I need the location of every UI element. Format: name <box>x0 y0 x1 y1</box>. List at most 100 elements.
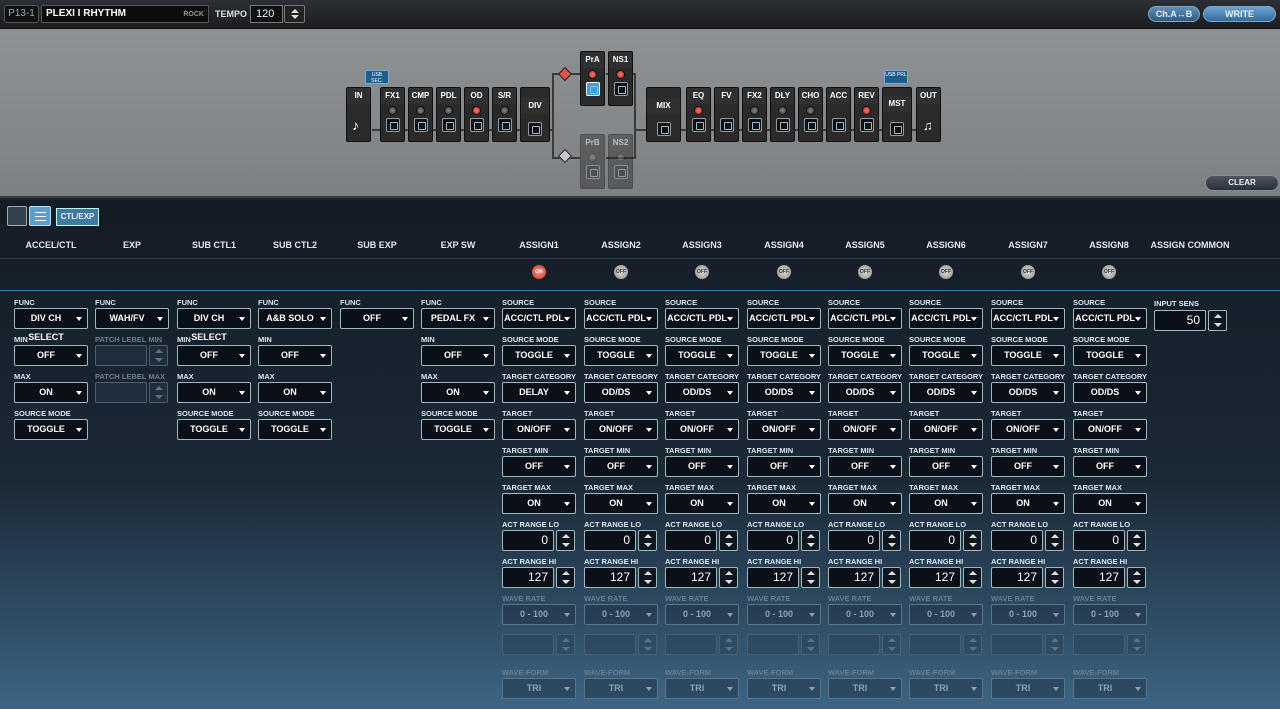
assign-source-select[interactable]: ACC/CTL PDL <box>909 308 983 329</box>
assign-source-mode-select[interactable]: TOGGLE <box>502 345 576 366</box>
led-icon[interactable] <box>416 106 425 115</box>
assign-act-lo-stepper[interactable] <box>801 530 820 551</box>
arrow-up-icon[interactable] <box>888 571 896 575</box>
led-icon[interactable] <box>694 106 703 115</box>
arrow-up-icon[interactable] <box>291 9 299 13</box>
assign-target-min-select[interactable]: OFF <box>828 456 902 477</box>
assign-switch[interactable]: OFF <box>613 264 629 280</box>
assign-target-category-select[interactable]: OD/DS <box>665 382 739 403</box>
assign-act-hi-stepper[interactable] <box>882 567 901 588</box>
led-icon[interactable] <box>588 153 597 162</box>
assign-wave-form-select[interactable]: TRI <box>502 678 576 699</box>
arrow-up-icon[interactable] <box>562 638 570 642</box>
arrow-down-icon[interactable] <box>969 580 977 584</box>
block-sr[interactable]: S/R <box>492 87 517 142</box>
pedal-switch-icon[interactable] <box>747 118 762 132</box>
pedal-switch-icon[interactable] <box>385 118 400 132</box>
channel-swap-button[interactable]: Ch.A↔B <box>1148 6 1200 22</box>
led-icon[interactable] <box>500 106 509 115</box>
arrow-down-icon[interactable] <box>1133 580 1141 584</box>
pedal-switch-icon[interactable] <box>831 118 846 132</box>
mixer-icon[interactable] <box>656 122 671 136</box>
arrow-down-icon[interactable] <box>562 647 570 651</box>
assign-wave-rate-select[interactable]: 0 - 100 <box>584 604 658 625</box>
led-icon[interactable] <box>444 106 453 115</box>
input-sens-stepper[interactable] <box>1208 310 1227 331</box>
arrow-down-icon[interactable] <box>644 647 652 651</box>
arrow-up-icon[interactable] <box>969 571 977 575</box>
assign-switch[interactable]: OFF <box>1020 264 1036 280</box>
led-icon[interactable] <box>750 106 759 115</box>
block-in[interactable]: IN ♪ <box>346 87 371 142</box>
assign-wave-aux-stepper[interactable] <box>638 634 657 655</box>
exp-min-input[interactable] <box>95 345 147 366</box>
led-icon[interactable] <box>388 106 397 115</box>
arrow-up-icon[interactable] <box>1051 638 1059 642</box>
master-icon[interactable] <box>890 122 904 136</box>
exp-min-stepper[interactable] <box>149 345 168 366</box>
assign-wave-form-select[interactable]: TRI <box>828 678 902 699</box>
assign-source-mode-select[interactable]: TOGGLE <box>747 345 821 366</box>
subctl2-func-select[interactable]: A&B SOLO <box>258 308 332 329</box>
assign-wave-aux-input[interactable] <box>502 634 554 655</box>
assign-target-min-select[interactable]: OFF <box>909 456 983 477</box>
div-b-marker[interactable] <box>557 148 573 164</box>
pedal-switch-icon[interactable] <box>613 165 628 179</box>
exp-func-select[interactable]: WAH/FV <box>95 308 169 329</box>
arrow-up-icon[interactable] <box>1133 571 1141 575</box>
arrow-up-icon[interactable] <box>807 638 815 642</box>
accel-srcmode-select[interactable]: TOGGLE <box>14 419 88 440</box>
assign-target-min-select[interactable]: OFF <box>665 456 739 477</box>
block-pdl[interactable]: PDL <box>436 87 461 142</box>
arrow-down-icon[interactable] <box>644 580 652 584</box>
arrow-down-icon[interactable] <box>1133 647 1141 651</box>
expsw-min-select[interactable]: OFF <box>421 345 495 366</box>
arrow-down-icon[interactable] <box>1051 647 1059 651</box>
assign-act-hi-input[interactable]: 127 <box>502 567 554 588</box>
assign-switch[interactable]: OFF <box>776 264 792 280</box>
arrow-up-icon[interactable] <box>969 534 977 538</box>
accel-func-select[interactable]: DIV CH SELECT <box>14 308 88 342</box>
subctl2-max-select[interactable]: ON <box>258 382 332 403</box>
block-acc[interactable]: ACC <box>826 87 851 142</box>
arrow-up-icon[interactable] <box>562 534 570 538</box>
assign-source-select[interactable]: ACC/CTL PDL <box>1073 308 1147 329</box>
tempo-stepper[interactable] <box>284 5 305 23</box>
arrow-up-icon[interactable] <box>725 571 733 575</box>
led-icon[interactable] <box>616 70 625 79</box>
arrow-down-icon[interactable] <box>807 647 815 651</box>
assign-target-max-select[interactable]: ON <box>909 493 983 514</box>
divider-icon[interactable] <box>528 122 542 136</box>
arrow-up-icon[interactable] <box>644 638 652 642</box>
arrow-up-icon[interactable] <box>644 571 652 575</box>
assign-target-category-select[interactable]: OD/DS <box>991 382 1065 403</box>
tempo-input[interactable]: 120 <box>250 5 283 23</box>
arrow-down-icon[interactable] <box>725 647 733 651</box>
arrow-up-icon[interactable] <box>725 638 733 642</box>
assign-act-hi-input[interactable]: 127 <box>747 567 799 588</box>
arrow-down-icon[interactable] <box>562 580 570 584</box>
pedal-switch-icon[interactable] <box>613 82 628 96</box>
input-sens-input[interactable]: 50 <box>1154 310 1206 331</box>
arrow-down-icon[interactable] <box>807 580 815 584</box>
assign-wave-aux-stepper[interactable] <box>719 634 738 655</box>
pedal-switch-icon[interactable] <box>413 118 428 132</box>
assign-act-hi-input[interactable]: 127 <box>828 567 880 588</box>
arrow-up-icon[interactable] <box>969 638 977 642</box>
assign-wave-aux-stepper[interactable] <box>1045 634 1064 655</box>
led-icon[interactable] <box>616 153 625 162</box>
block-mix[interactable]: MIX <box>646 87 681 142</box>
led-icon[interactable] <box>472 106 481 115</box>
block-dly[interactable]: DLY <box>770 87 795 142</box>
assign-switch[interactable]: OFF <box>1101 264 1117 280</box>
assign-target-min-select[interactable]: OFF <box>502 456 576 477</box>
assign-act-hi-stepper[interactable] <box>963 567 982 588</box>
block-fx1[interactable]: FX1 <box>380 87 405 142</box>
assign-target-category-select[interactable]: OD/DS <box>1073 382 1147 403</box>
block-pra[interactable]: PrA <box>580 51 605 106</box>
assign-wave-aux-input[interactable] <box>828 634 880 655</box>
assign-target-select[interactable]: ON/OFF <box>502 419 576 440</box>
tab-ctl-exp[interactable]: CTL/EXP <box>56 208 99 226</box>
assign-source-select[interactable]: ACC/CTL PDL <box>502 308 576 329</box>
assign-switch[interactable]: OFF <box>857 264 873 280</box>
